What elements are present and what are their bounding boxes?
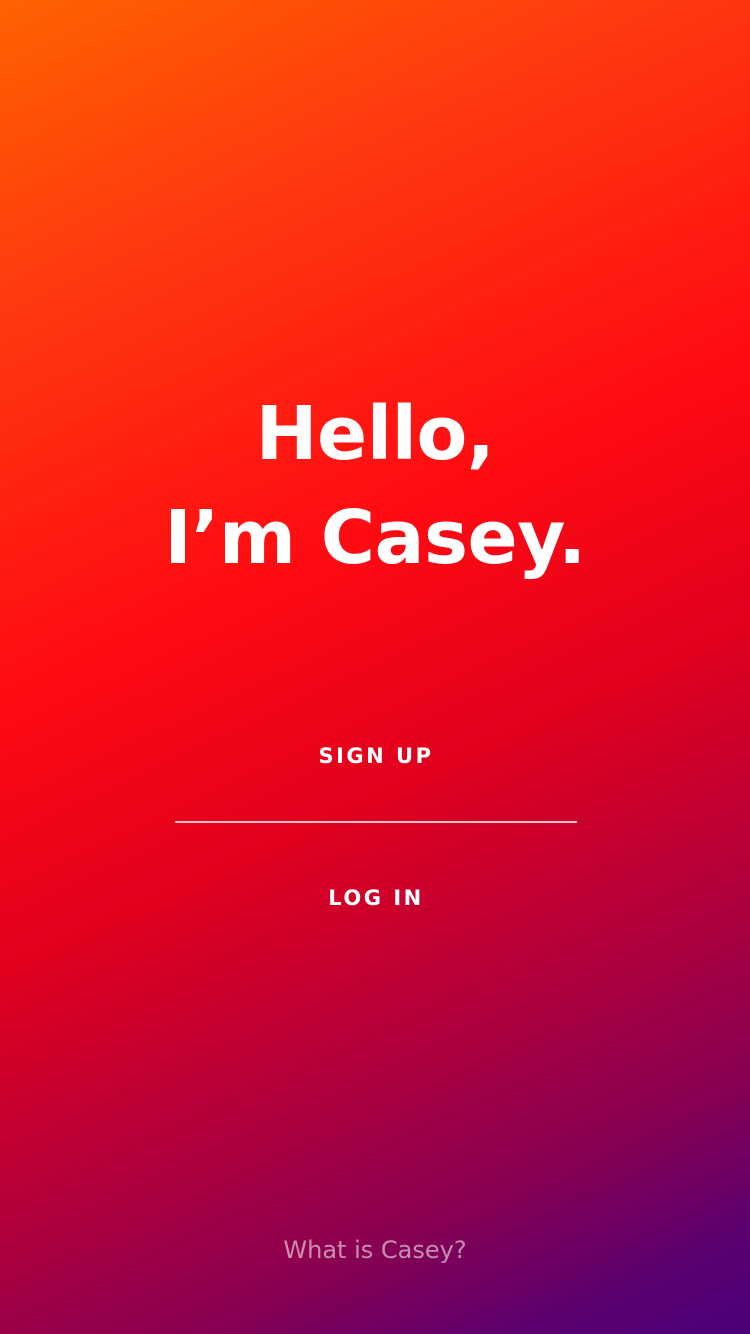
welcome-screen: Hello, I’m Casey. SIGN UP LOG IN What is… bbox=[0, 0, 750, 1334]
what-is-casey-link[interactable]: What is Casey? bbox=[0, 1236, 750, 1264]
divider bbox=[175, 821, 577, 823]
sign-up-button[interactable]: SIGN UP bbox=[175, 726, 577, 786]
welcome-headline: Hello, I’m Casey. bbox=[0, 382, 750, 590]
log-in-button[interactable]: LOG IN bbox=[175, 868, 577, 928]
headline-line-1: Hello, bbox=[255, 391, 495, 477]
headline-line-2: I’m Casey. bbox=[164, 495, 586, 581]
